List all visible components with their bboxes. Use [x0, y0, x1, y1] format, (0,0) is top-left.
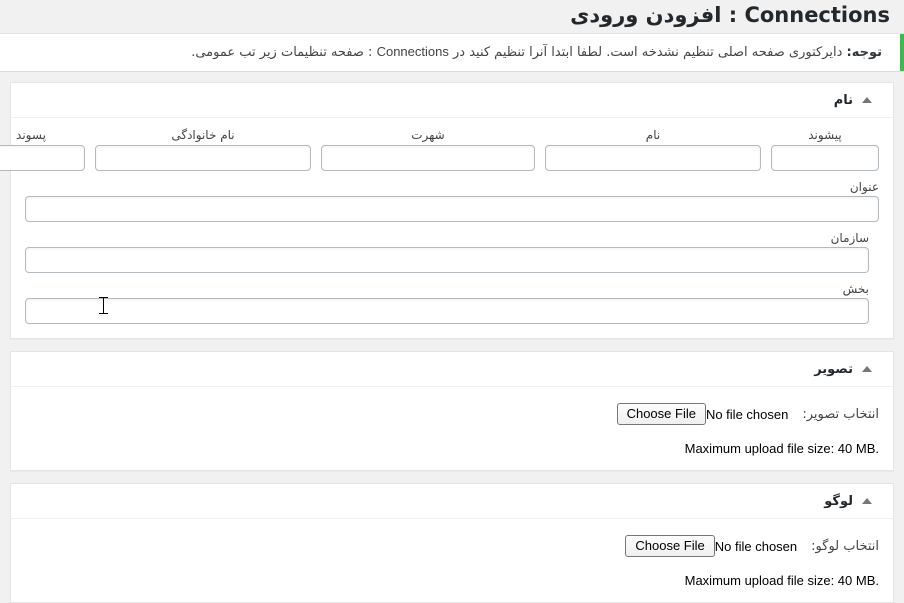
metabox-image-body: انتخاب تصویر: No file chosen Choose File…: [11, 387, 893, 470]
field-prefix: پیشوند: [771, 128, 879, 171]
metabox-image-header[interactable]: تصویر: [11, 352, 893, 387]
logo-file-status: No file chosen: [714, 538, 798, 554]
input-prefix[interactable]: [771, 145, 879, 171]
label-prefix: پیشوند: [808, 128, 842, 142]
field-suffix: پسوند: [0, 128, 85, 171]
field-title: عنوان: [25, 180, 879, 222]
metabox-logo-title: لوگو: [824, 493, 853, 509]
name-fields-row: پیشوند نام شهرت نام خانوادگی پسوند: [0, 128, 879, 171]
metabox-name-header[interactable]: نام: [11, 83, 893, 118]
label-first-name: نام: [645, 128, 661, 142]
input-organization[interactable]: [25, 247, 869, 273]
notice-label: توجه:: [846, 45, 882, 61]
triangle-up-icon: [862, 498, 872, 504]
image-upload-label: انتخاب تصویر:: [802, 406, 879, 422]
input-middle-name[interactable]: [321, 145, 535, 171]
page-title-bar: Connections : افزودن ورودی: [0, 0, 904, 33]
label-title: عنوان: [849, 180, 879, 194]
input-department[interactable]: [25, 298, 869, 324]
image-upload-row: انتخاب تصویر: No file chosen Choose File: [25, 397, 879, 425]
logo-upload-row: انتخاب لوگو: No file chosen Choose File: [25, 529, 879, 557]
label-organization: سازمان: [830, 231, 869, 245]
logo-max-size-note: .Maximum upload file size: 40 MB: [684, 573, 879, 588]
label-department: بخش: [842, 282, 869, 296]
image-choose-file-button[interactable]: Choose File: [616, 403, 706, 425]
input-title[interactable]: [25, 196, 879, 222]
notice-link[interactable]: Connections: [377, 44, 449, 59]
settings-notice: توجه: دایرکتوری صفحه اصلی تنظیم نشدخه اس…: [0, 34, 904, 71]
field-first-name: نام: [545, 128, 761, 171]
metabox-logo: لوگو انتخاب لوگو: No file chosen Choose …: [10, 483, 894, 603]
metabox-logo-body: انتخاب لوگو: No file chosen Choose File …: [11, 519, 893, 602]
page-title: Connections : افزودن ورودی: [570, 3, 890, 27]
image-file-status: No file chosen: [705, 406, 789, 422]
label-suffix: پسوند: [16, 128, 46, 142]
collapse-triangle-icon[interactable]: [853, 355, 881, 383]
notice-text: توجه: دایرکتوری صفحه اصلی تنظیم نشدخه اس…: [191, 42, 890, 63]
metabox-name-body: پیشوند نام شهرت نام خانوادگی پسوند عنوان…: [0, 118, 893, 338]
notice-text-before: دایرکتوری صفحه اصلی تنظیم نشدخه است. لطف…: [448, 45, 847, 61]
metabox-name-title: نام: [833, 92, 853, 108]
metabox-image: تصویر انتخاب تصویر: No file chosen Choos…: [10, 351, 894, 471]
field-last-name: نام خانوادگی: [95, 128, 311, 171]
image-max-size-note: .Maximum upload file size: 40 MB: [684, 441, 879, 456]
input-first-name[interactable]: [545, 145, 761, 171]
input-suffix[interactable]: [0, 145, 85, 171]
metabox-image-title: تصویر: [814, 361, 853, 377]
label-last-name: نام خانوادگی: [171, 128, 235, 142]
field-middle-name: شهرت: [321, 128, 535, 171]
label-middle-name: شهرت: [411, 128, 445, 142]
logo-file-control[interactable]: No file chosen Choose File: [625, 535, 805, 557]
collapse-triangle-icon[interactable]: [853, 86, 881, 114]
field-organization: سازمان: [25, 231, 869, 273]
metabox-name: نام پیشوند نام شهرت نام خانوادگی پسوند ع…: [0, 82, 894, 339]
main-wrap: نام پیشوند نام شهرت نام خانوادگی پسوند ع…: [0, 72, 904, 603]
field-department: بخش: [25, 282, 869, 324]
logo-upload-label: انتخاب لوگو:: [811, 538, 879, 554]
metabox-logo-header[interactable]: لوگو: [11, 484, 893, 519]
triangle-up-icon: [862, 366, 872, 372]
input-last-name[interactable]: [95, 145, 311, 171]
notice-text-after: : صفحه تنظیمات زیر تب عمومی.: [191, 45, 377, 61]
collapse-triangle-icon[interactable]: [853, 487, 881, 515]
image-file-control[interactable]: No file chosen Choose File: [616, 403, 797, 425]
notice-band: توجه: دایرکتوری صفحه اصلی تنظیم نشدخه اس…: [0, 33, 904, 72]
logo-choose-file-button[interactable]: Choose File: [625, 535, 715, 557]
triangle-up-icon: [862, 97, 872, 103]
